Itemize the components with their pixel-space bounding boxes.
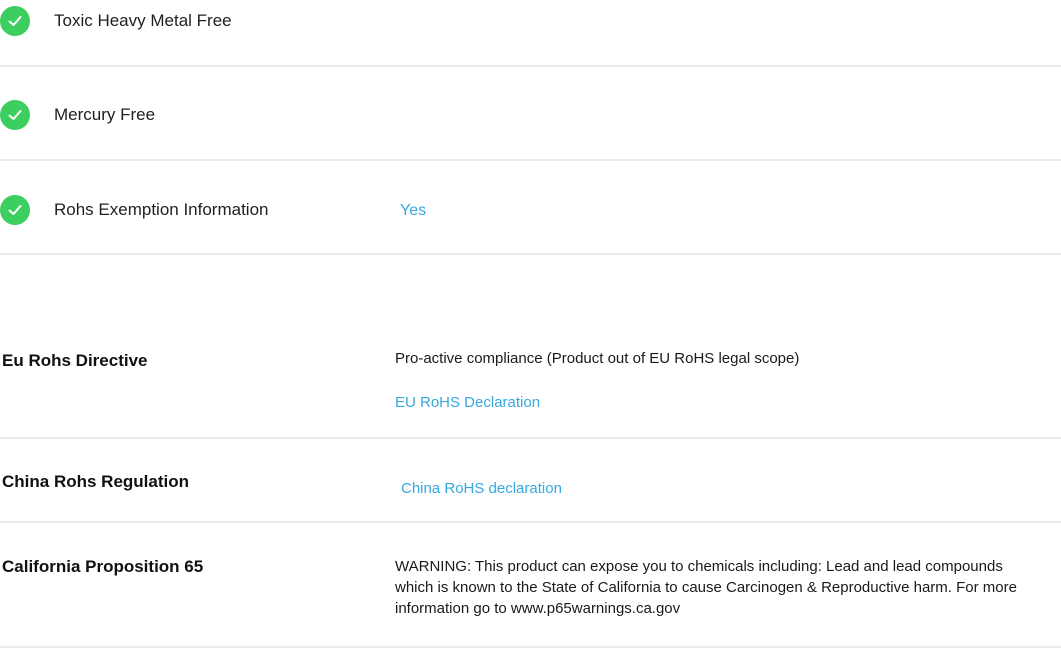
divider bbox=[0, 253, 1061, 255]
divider bbox=[0, 65, 1061, 67]
divider bbox=[0, 437, 1061, 439]
check-circle-icon bbox=[0, 6, 30, 36]
california-prop-65-warning: WARNING: This product can expose you to … bbox=[395, 558, 1017, 617]
rohs-exemption-yes-link[interactable]: Yes bbox=[400, 202, 426, 220]
check-circle-icon bbox=[0, 100, 30, 130]
feature-label: Mercury Free bbox=[54, 105, 156, 124]
eu-rohs-declaration-link[interactable]: EU RoHS Declaration bbox=[395, 394, 540, 411]
china-rohs-declaration-link[interactable]: China RoHS declaration bbox=[401, 480, 562, 497]
china-rohs-regulation-label: China Rohs Regulation bbox=[2, 472, 189, 491]
eu-rohs-directive-label: Eu Rohs Directive bbox=[2, 351, 148, 370]
california-prop-65-label: California Proposition 65 bbox=[2, 557, 204, 576]
feature-label: Toxic Heavy Metal Free bbox=[54, 11, 232, 30]
eu-rohs-directive-value: Pro-active compliance (Product out of EU… bbox=[395, 350, 800, 367]
feature-label: Rohs Exemption Information bbox=[54, 200, 269, 219]
check-circle-icon bbox=[0, 195, 30, 225]
divider bbox=[0, 159, 1061, 161]
divider bbox=[0, 521, 1061, 523]
